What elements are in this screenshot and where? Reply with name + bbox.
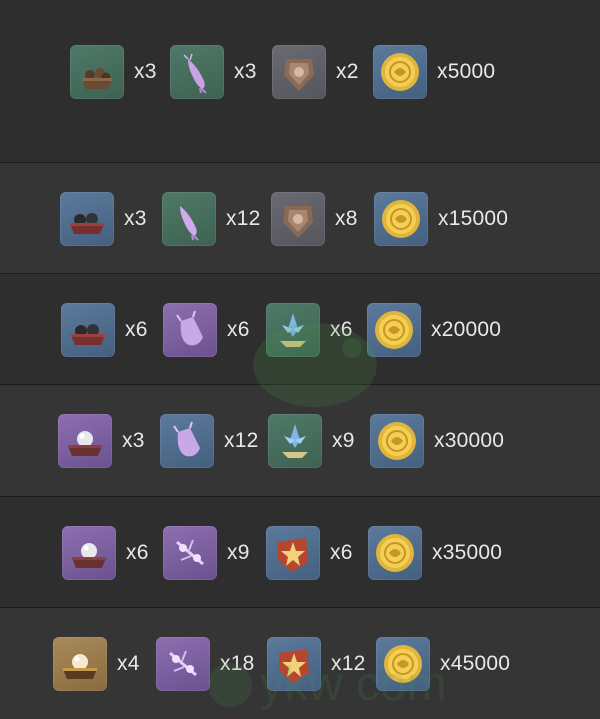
list-item: x30000 [370, 414, 504, 468]
list-item: x45000 [376, 637, 510, 691]
charm-item-icon [156, 637, 210, 691]
quantity-label: x6 [330, 318, 353, 341]
list-item: x6 [62, 526, 149, 580]
pouch-item-icon [163, 303, 217, 357]
pearl-chest-item-icon [58, 414, 112, 468]
quantity-label: x45000 [440, 652, 511, 675]
mora-coin-icon [367, 303, 421, 357]
quantity-label: x15000 [438, 207, 509, 230]
mora-coin-icon [370, 414, 424, 468]
list-item: x9 [268, 414, 355, 468]
table-row: x3 x12 x8 x15000 [0, 163, 600, 274]
list-item: x12 [162, 192, 260, 246]
material-requirements-table: x3 x3 x2 x5000 x3 x12 x8 x15000 x6 x6 x6… [0, 0, 600, 719]
quantity-label: x6 [330, 541, 353, 564]
quantity-label: x6 [227, 318, 250, 341]
quantity-label: x3 [124, 207, 147, 230]
quantity-label: x9 [332, 429, 355, 452]
squid-item-icon [170, 45, 224, 99]
chest-item-icon [60, 192, 114, 246]
quantity-label: x9 [227, 541, 250, 564]
table-row: x6 x6 x6 x20000 [0, 274, 600, 385]
quantity-label: x3 [134, 60, 157, 83]
list-item: x3 [60, 192, 147, 246]
quantity-label: x12 [226, 207, 261, 230]
list-item: x3 [58, 414, 145, 468]
list-item: x12 [267, 637, 365, 691]
pearl-chest-item-icon [62, 526, 116, 580]
mora-coin-icon [374, 192, 428, 246]
quantity-label: x6 [125, 318, 148, 341]
quantity-label: x2 [336, 60, 359, 83]
mora-coin-icon [373, 45, 427, 99]
list-item: x6 [266, 526, 353, 580]
star-emblem-item-icon [266, 526, 320, 580]
list-item: x4 [53, 637, 140, 691]
table-row: x6 x9 x6 x35000 [0, 497, 600, 608]
mora-coin-icon [376, 637, 430, 691]
table-row: x3 x12 x9 x30000 [0, 385, 600, 497]
list-item: x6 [163, 303, 250, 357]
quantity-label: x6 [126, 541, 149, 564]
list-item: x9 [163, 526, 250, 580]
list-item: x6 [266, 303, 353, 357]
list-item: x18 [156, 637, 254, 691]
squid-item-icon [162, 192, 216, 246]
quantity-label: x4 [117, 652, 140, 675]
quantity-label: x12 [224, 429, 259, 452]
crystal-item-icon [268, 414, 322, 468]
list-item: x5000 [373, 45, 495, 99]
charm-item-icon [163, 526, 217, 580]
list-item: x8 [271, 192, 358, 246]
chest-item-icon [61, 303, 115, 357]
list-item: x3 [170, 45, 257, 99]
star-emblem-item-icon [267, 637, 321, 691]
quantity-label: x20000 [431, 318, 502, 341]
list-item: x35000 [368, 526, 502, 580]
emblem-item-icon [272, 45, 326, 99]
quantity-label: x35000 [432, 541, 503, 564]
quantity-label: x5000 [437, 60, 496, 83]
list-item: x2 [272, 45, 359, 99]
quantity-label: x3 [234, 60, 257, 83]
quantity-label: x18 [220, 652, 255, 675]
mora-coin-icon [368, 526, 422, 580]
emblem-item-icon [271, 192, 325, 246]
table-row: x3 x3 x2 x5000 [0, 0, 600, 163]
table-row: x4 x18 x12 x45000 [0, 608, 600, 719]
chest-item-icon [70, 45, 124, 99]
list-item: x20000 [367, 303, 501, 357]
quantity-label: x30000 [434, 429, 505, 452]
quantity-label: x8 [335, 207, 358, 230]
pearl-chest-item-icon [53, 637, 107, 691]
list-item: x12 [160, 414, 258, 468]
pouch-item-icon [160, 414, 214, 468]
list-item: x6 [61, 303, 148, 357]
quantity-label: x12 [331, 652, 366, 675]
list-item: x3 [70, 45, 157, 99]
list-item: x15000 [374, 192, 508, 246]
crystal-item-icon [266, 303, 320, 357]
quantity-label: x3 [122, 429, 145, 452]
